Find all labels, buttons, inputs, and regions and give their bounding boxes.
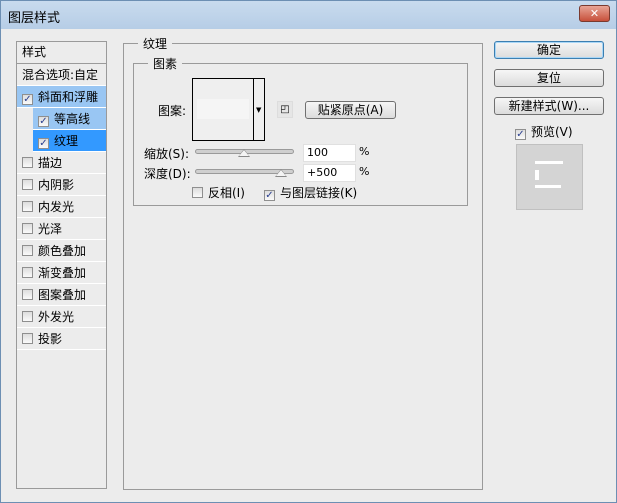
style-item-label: 光泽 bbox=[38, 222, 63, 236]
depth-slider-thumb[interactable] bbox=[275, 169, 287, 177]
close-button[interactable]: ✕ bbox=[579, 5, 610, 22]
checkbox[interactable] bbox=[22, 311, 33, 322]
checkbox[interactable]: ✓ bbox=[38, 138, 49, 149]
checkbox[interactable] bbox=[22, 289, 33, 300]
style-item-gradient-overlay[interactable]: 渐变叠加 bbox=[17, 262, 106, 284]
reset-button[interactable]: 复位 bbox=[494, 69, 604, 87]
invert-label: 反相(I) bbox=[208, 186, 245, 200]
style-item-outer-glow[interactable]: 外发光 bbox=[17, 306, 106, 328]
group-title: 图素 bbox=[148, 55, 183, 72]
link-label: 与图层链接(K) bbox=[280, 186, 358, 200]
checkbox[interactable] bbox=[22, 201, 33, 212]
ok-button[interactable]: 确定 bbox=[494, 41, 604, 59]
style-item-stroke[interactable]: 描边 bbox=[17, 152, 106, 174]
style-item-label: 内阴影 bbox=[38, 178, 75, 192]
checkbox[interactable]: ✓ bbox=[22, 94, 33, 105]
style-item-label: 投影 bbox=[38, 332, 63, 346]
style-item-label: 等高线 bbox=[54, 112, 91, 126]
new-style-button[interactable]: 新建样式(W)... bbox=[494, 97, 604, 115]
layer-style-dialog: 图层样式 ✕ 样式 混合选项:自定 ✓ 斜面和浮雕 ✓ 等高线 ✓ 纹理 描边 内阴影… bbox=[0, 0, 617, 503]
pattern-label: 图案: bbox=[158, 104, 187, 118]
style-item-contour[interactable]: ✓ 等高线 bbox=[33, 108, 106, 130]
style-item-satin[interactable]: 光泽 bbox=[17, 218, 106, 240]
style-item-texture[interactable]: ✓ 纹理 bbox=[33, 130, 106, 152]
scale-unit: % bbox=[359, 145, 370, 158]
title-bar: 图层样式 ✕ bbox=[1, 1, 616, 29]
checkbox[interactable] bbox=[22, 267, 33, 278]
style-item-pattern-overlay[interactable]: 图案叠加 bbox=[17, 284, 106, 306]
checkbox[interactable]: ✓ bbox=[264, 190, 275, 201]
style-item-inner-shadow[interactable]: 内阴影 bbox=[17, 174, 106, 196]
panel-title: 纹理 bbox=[138, 35, 173, 52]
style-item-label: 图案叠加 bbox=[38, 288, 87, 302]
preview-label: 预览(V) bbox=[531, 125, 573, 139]
checkbox[interactable] bbox=[22, 245, 33, 256]
scale-input[interactable]: 100 bbox=[303, 144, 356, 162]
pattern-picker[interactable]: ▼ bbox=[192, 78, 265, 141]
scale-slider-thumb[interactable] bbox=[238, 149, 250, 157]
style-item-color-overlay[interactable]: 颜色叠加 bbox=[17, 240, 106, 262]
dropdown-arrow-icon[interactable]: ▼ bbox=[256, 106, 261, 114]
checkbox[interactable] bbox=[22, 223, 33, 234]
link-with-layer-checkbox[interactable]: ✓ 与图层链接(K) bbox=[264, 184, 357, 201]
snap-to-origin-button[interactable]: 贴紧原点(A) bbox=[305, 101, 396, 119]
style-item-label: 渐变叠加 bbox=[38, 266, 87, 280]
style-item-label: 外发光 bbox=[38, 310, 75, 324]
checkbox[interactable]: ✓ bbox=[38, 116, 49, 127]
new-preset-icon[interactable]: ◰ bbox=[277, 101, 293, 118]
style-item-drop-shadow[interactable]: 投影 bbox=[17, 328, 106, 350]
style-item-label: 斜面和浮雕 bbox=[38, 90, 99, 104]
style-preview-thumbnail bbox=[516, 144, 583, 210]
checkbox[interactable] bbox=[22, 333, 33, 344]
style-item-label: 描边 bbox=[38, 156, 63, 170]
checkbox[interactable] bbox=[192, 187, 203, 198]
preview-checkbox[interactable]: ✓ 预览(V) bbox=[515, 123, 573, 140]
style-item-inner-glow[interactable]: 内发光 bbox=[17, 196, 106, 218]
depth-input[interactable]: +500 bbox=[303, 164, 356, 182]
scale-label: 缩放(S): bbox=[144, 147, 190, 161]
style-item-label: 颜色叠加 bbox=[38, 244, 87, 258]
styles-list: 样式 混合选项:自定 ✓ 斜面和浮雕 ✓ 等高线 ✓ 纹理 描边 内阴影 内发光 光泽… bbox=[16, 41, 107, 489]
depth-unit: % bbox=[359, 165, 370, 178]
window-title: 图层样式 bbox=[8, 11, 61, 26]
checkbox[interactable] bbox=[22, 179, 33, 190]
invert-checkbox[interactable]: 反相(I) bbox=[192, 184, 245, 201]
depth-label: 深度(D): bbox=[144, 167, 191, 181]
style-item-label: 内发光 bbox=[38, 200, 75, 214]
style-item-label: 纹理 bbox=[54, 134, 79, 148]
checkbox[interactable] bbox=[22, 157, 33, 168]
blend-options-item[interactable]: 混合选项:自定 bbox=[17, 64, 106, 86]
styles-header[interactable]: 样式 bbox=[17, 42, 106, 64]
checkbox[interactable]: ✓ bbox=[515, 129, 526, 140]
pattern-swatch bbox=[197, 99, 249, 119]
style-item-bevel-emboss[interactable]: ✓ 斜面和浮雕 bbox=[17, 86, 106, 108]
